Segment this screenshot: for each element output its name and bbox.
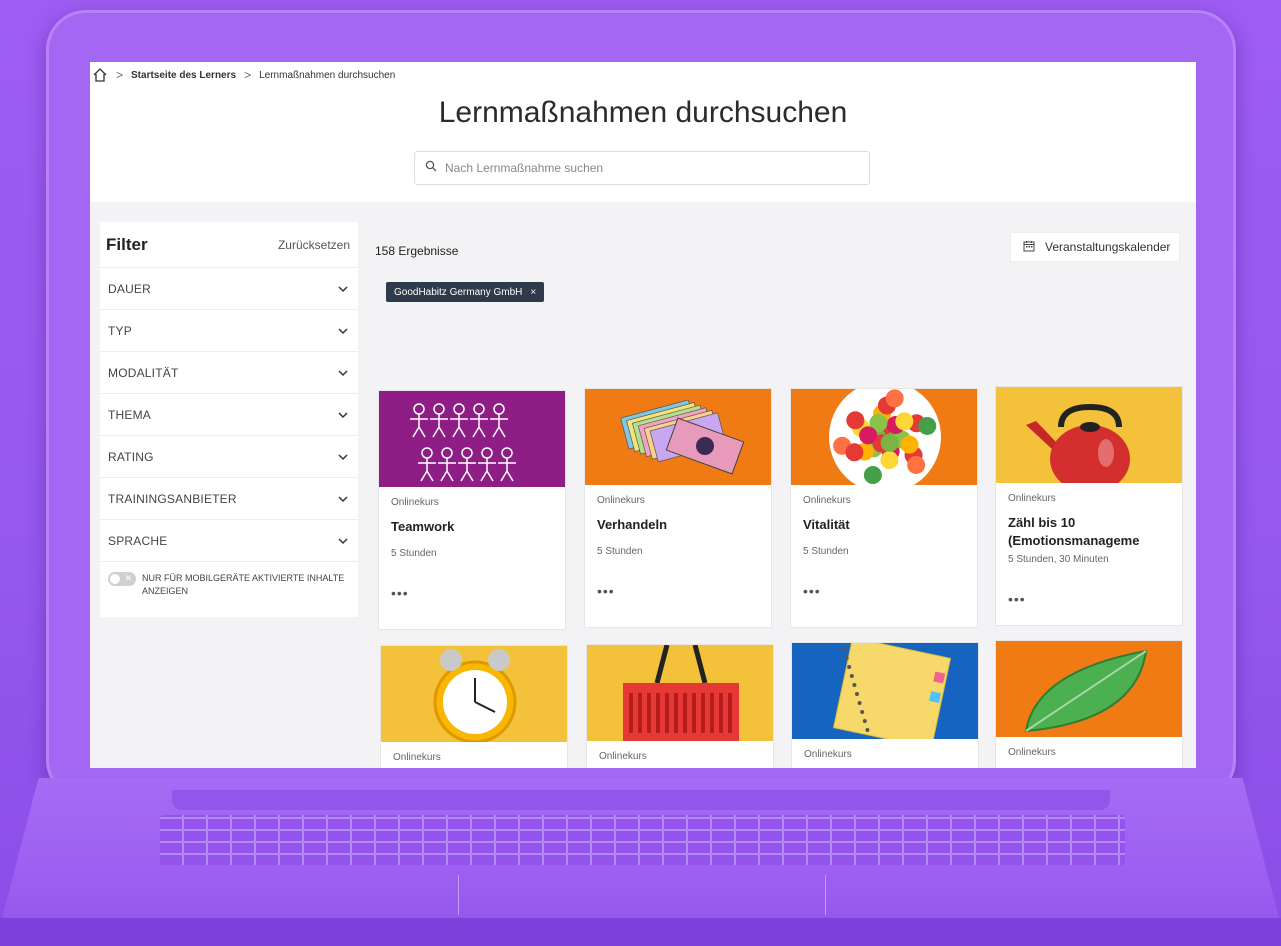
course-card[interactable]: OnlinekursDein Leben im Griff5 Stunden [791, 642, 979, 768]
course-thumbnail-fruit-bowl [791, 389, 977, 485]
chevron-down-icon [336, 450, 350, 464]
course-duration: 5 Stunden [803, 546, 849, 557]
more-options-button[interactable]: ••• [391, 585, 553, 601]
filter-row-label: THEMA [108, 407, 151, 422]
filter-title: Filter [106, 234, 148, 254]
chevron-down-icon [336, 534, 350, 548]
filter-row-modalität[interactable]: MODALITÄT [100, 352, 358, 394]
course-duration: 5 Stunden [597, 546, 643, 557]
course-card[interactable]: Onlinekurs Vitalität 5 Stunden ••• [790, 388, 978, 628]
mobile-only-toggle[interactable] [108, 572, 136, 586]
more-options-button[interactable]: ••• [803, 583, 965, 599]
filter-row-dauer[interactable]: DAUER [100, 268, 358, 310]
filter-row-label: TYP [108, 323, 132, 338]
screen: > Startseite des Lerners > Lernmaßnahmen… [90, 62, 1196, 768]
course-duration: 5 Stunden [391, 548, 437, 559]
laptop-hinge [172, 790, 1110, 810]
more-options-button[interactable]: ••• [597, 583, 759, 599]
course-title[interactable]: Zähl bis 10 (Emotionsmanageme [1008, 514, 1170, 550]
course-thumbnail-red-kettle [996, 387, 1182, 483]
breadcrumb-item-current: Lernmaßnahmen durchsuchen [259, 69, 396, 81]
close-icon[interactable]: × [530, 287, 536, 298]
search-box[interactable] [414, 151, 870, 185]
course-thumbnail-green-leaf [996, 641, 1182, 737]
filter-row-thema[interactable]: THEMA [100, 394, 358, 436]
filter-panel: Filter Zurücksetzen DAUER TYP MODALITÄT THE… [100, 222, 358, 617]
breadcrumb: > Startseite des Lerners > Lernmaßnahmen… [92, 67, 395, 83]
chevron-down-icon [336, 408, 350, 422]
course-type: Onlinekurs [597, 495, 645, 506]
course-thumbnail-alarm-clock [381, 646, 567, 742]
page-title: Lernmaßnahmen durchsuchen [438, 96, 848, 129]
filter-reset-button[interactable]: Zurücksetzen [278, 238, 350, 252]
calendar-label: Veranstaltungskalender [1045, 240, 1171, 254]
course-thumbnail-paper-people-chain [379, 391, 565, 487]
course-card[interactable]: Onlinekurs Teamwork 5 Stunden ••• [378, 390, 566, 630]
event-calendar-button[interactable]: Veranstaltungskalender [1010, 232, 1180, 262]
course-thumbnail-play-money [585, 389, 771, 485]
chevron-right-icon: > [244, 68, 252, 82]
course-title[interactable]: Vitalität [803, 516, 965, 534]
active-filter-chip[interactable]: GoodHabitz Germany GmbH × [386, 282, 545, 302]
chevron-down-icon [336, 282, 350, 296]
filter-row-label: RATING [108, 449, 154, 464]
course-type: Onlinekurs [1008, 493, 1056, 504]
course-type: Onlinekurs [391, 497, 439, 508]
course-thumbnail-shopping-basket [587, 645, 773, 741]
laptop-keyboard [160, 815, 1125, 865]
course-duration: 5 Stunden, 30 Minuten [1008, 554, 1109, 565]
laptop-base-edge [0, 918, 1281, 946]
filter-header: Filter Zurücksetzen [100, 222, 358, 268]
results-count: 158 Ergebnisse [375, 244, 459, 258]
course-type: Onlinekurs [393, 752, 441, 763]
course-type: Onlinekurs [803, 495, 851, 506]
course-card[interactable]: OnlinekursZeitmanagement5 Stunden [380, 645, 568, 768]
course-title[interactable]: Teamwork [391, 518, 553, 536]
search-input[interactable] [445, 161, 869, 175]
page-header: > Startseite des Lerners > Lernmaßnahmen… [90, 62, 1196, 202]
course-card[interactable]: OnlinekursNachhaltigkeit5 Stunden [995, 640, 1183, 768]
chevron-down-icon [336, 492, 350, 506]
chevron-right-icon: > [116, 68, 124, 82]
chevron-down-icon [336, 366, 350, 380]
home-icon[interactable] [92, 67, 108, 83]
filter-row-label: TRAININGSANBIETER [108, 491, 237, 506]
chip-label: GoodHabitz Germany GmbH [394, 286, 523, 298]
course-card[interactable]: Onlinekurs Verhandeln 5 Stunden ••• [584, 388, 772, 628]
filter-row-label: MODALITÄT [108, 365, 179, 380]
filter-row-label: SPRACHE [108, 533, 168, 548]
filter-row-rating[interactable]: RATING [100, 436, 358, 478]
course-card[interactable]: Onlinekurs Zähl bis 10 (Emotionsmanageme 5… [995, 386, 1183, 626]
course-type: Onlinekurs [599, 751, 647, 762]
mobile-toggle-label: NUR FÜR MOBILGERÄTE AKTIVIERTE INHALTE A… [142, 573, 345, 596]
filter-row-typ[interactable]: TYP [100, 310, 358, 352]
filter-row-sprache[interactable]: SPRACHE [100, 520, 358, 562]
chevron-down-icon [336, 324, 350, 338]
more-options-button[interactable]: ••• [1008, 591, 1170, 607]
laptop-trackpad [458, 875, 826, 915]
calendar-icon [1023, 240, 1035, 255]
course-title[interactable]: Verhandeln [597, 516, 759, 534]
search-icon [425, 159, 437, 177]
filter-row-trainingsanbieter[interactable]: TRAININGSANBIETER [100, 478, 358, 520]
course-card[interactable]: OnlinekursDas Einmaleins des Einkaufs5 S… [586, 644, 774, 768]
course-type: Onlinekurs [804, 749, 852, 760]
breadcrumb-item-home[interactable]: Startseite des Lerners [131, 70, 236, 81]
course-thumbnail-notebook [792, 643, 978, 739]
mobile-toggle-row: NUR FÜR MOBILGERÄTE AKTIVIERTE INHALTE A… [100, 562, 358, 608]
content-area: Filter Zurücksetzen DAUER TYP MODALITÄT THE… [90, 202, 1196, 768]
course-type: Onlinekurs [1008, 747, 1056, 758]
filter-row-label: DAUER [108, 281, 152, 296]
